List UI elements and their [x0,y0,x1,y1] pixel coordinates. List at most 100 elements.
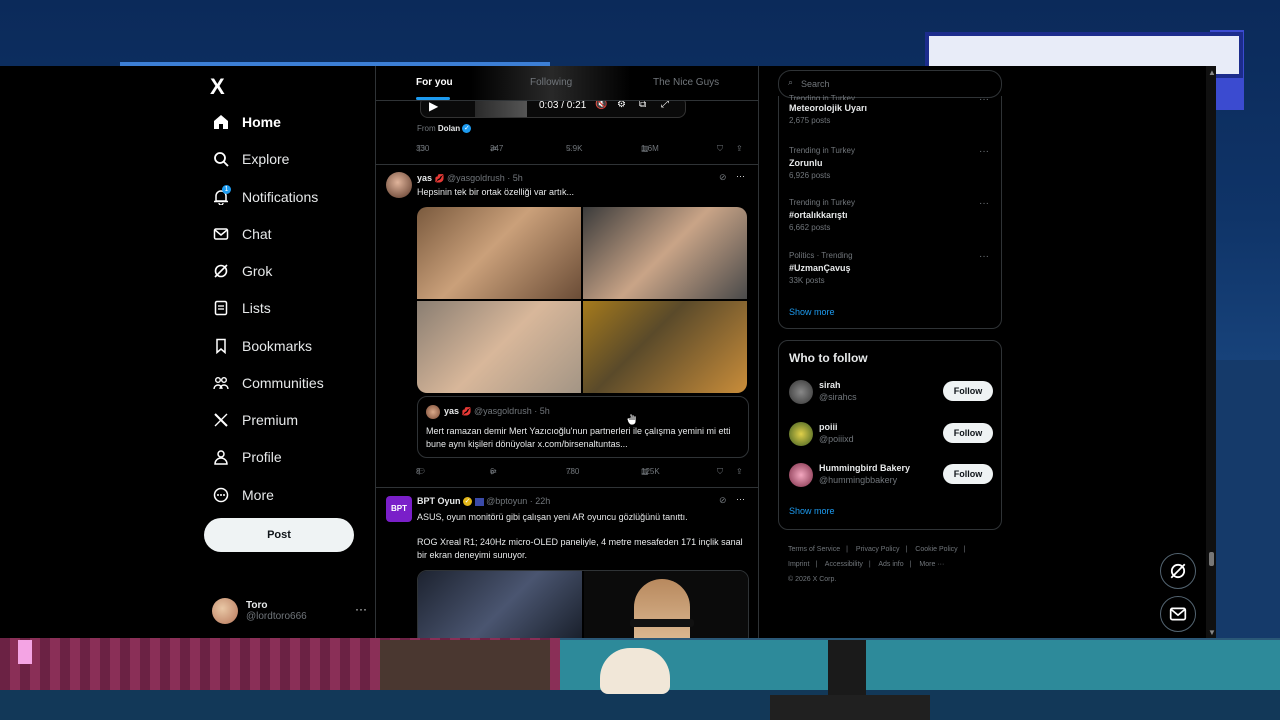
post-button[interactable]: Post [204,518,354,552]
nav-label: Bookmarks [242,338,313,354]
more-options-icon[interactable]: ··· [979,94,989,105]
tab-the-nice-guys[interactable]: The Nice Guys [653,77,719,88]
author-name[interactable]: BPT Oyun [417,496,461,506]
avatar[interactable]: BPT [386,496,412,522]
trend-item[interactable]: Politics · Trending #UzmanÇavuş 33K post… [789,251,989,285]
wallpaper-building [1216,360,1280,640]
avatar [789,463,813,487]
tweet-text: ASUS, oyun monitörü gibi çalışan yeni AR… [417,512,688,522]
mail-icon [212,225,230,243]
footer-link-privacy[interactable]: Privacy Policy [856,546,900,553]
nav-label: Profile [242,449,282,465]
scroll-down-arrow-icon[interactable]: ▼ [1208,628,1216,637]
home-icon [212,113,230,131]
from-name[interactable]: Dolan [438,124,460,133]
search-icon [212,150,230,168]
nav-communities[interactable]: Communities [212,371,324,395]
nav-premium[interactable]: Premium [212,408,298,432]
nav-lists[interactable]: Lists [212,296,271,320]
follow-button[interactable]: Follow [943,423,993,443]
messages-float-button[interactable] [1160,596,1196,632]
trend-item[interactable]: Trending in Turkey Meteorolojik Uyarı 2,… [789,94,989,125]
nav-bookmarks[interactable]: Bookmarks [212,334,312,358]
follow-button[interactable]: Follow [943,381,993,401]
nav-explore[interactable]: Explore [212,147,289,171]
quoted-tweet[interactable]: yas 💋 @yasgoldrush · 5h Mert ramazan dem… [417,396,749,458]
avatar[interactable] [386,172,412,198]
scrollbar-thumb[interactable] [1209,552,1214,566]
follow-suggestion[interactable]: poiii @poiiixd Follow [789,420,993,450]
footer-link-imprint[interactable]: Imprint [788,561,809,568]
x-logo-icon[interactable]: X [210,74,225,100]
tab-for-you[interactable]: For you [416,77,453,88]
trend-item[interactable]: Trending in Turkey #ortalıkkarıştı 6,662… [789,198,989,232]
like-count: 780 [566,467,580,476]
trend-item[interactable]: Trending in Turkey Zorunlu 6,926 posts ·… [789,146,989,180]
avatar [426,405,440,419]
footer-separator: | [868,561,871,568]
tweet-photo[interactable] [583,301,747,393]
more-options-icon[interactable]: ··· [979,251,989,262]
footer-link-cookies[interactable]: Cookie Policy [915,546,957,553]
grok-icon [1170,563,1186,579]
nav-more[interactable]: More [212,483,274,507]
tweet-photo [418,571,582,638]
nav-label: Premium [242,412,299,428]
tab-following[interactable]: Following [530,77,572,88]
grok-icon [212,262,230,280]
play-icon[interactable]: ▶ [429,99,438,113]
footer-link-terms[interactable]: Terms of Service [788,546,840,553]
footer-link-ads[interactable]: Ads info [878,561,903,568]
trend-category: Trending in Turkey [789,146,855,155]
bookmark-icon[interactable]: ⛉ [717,467,723,477]
account-switcher[interactable]: Toro @lordtoro666 ··· [212,596,367,626]
reply-count: 330 [416,144,430,153]
more-options-icon[interactable]: ··· [979,198,989,209]
nav-grok[interactable]: Grok [212,259,272,283]
scroll-up-arrow-icon[interactable]: ▲ [1208,68,1216,77]
nav-label: Grok [242,263,273,279]
grok-float-button[interactable] [1160,553,1196,589]
show-more-link[interactable]: Show more [789,307,835,317]
author-handle[interactable]: @bptoyun [486,496,527,506]
tweet-time[interactable]: · 22h [530,496,551,506]
footer-link-more[interactable]: More ··· [919,561,944,568]
footer-separator: | [909,561,912,568]
more-options-icon[interactable]: ··· [979,146,989,157]
tweet-time[interactable]: · 5h [507,173,523,183]
nav-profile[interactable]: Profile [212,445,282,469]
trends-panel: Trending in Turkey Meteorolojik Uyarı 2,… [778,94,1002,329]
reply-count: 8 [416,467,421,476]
more-options-icon[interactable]: ··· [736,171,745,181]
follow-button[interactable]: Follow [943,464,993,484]
nav-home[interactable]: Home [212,110,281,134]
view-count: 1.6M [641,144,659,153]
nav-label: More [242,487,274,503]
follow-suggestion[interactable]: sirah @sirahcs Follow [789,378,993,408]
grok-icon[interactable]: ⊘ [719,172,727,183]
share-icon[interactable]: ⇪ [736,467,743,476]
more-options-icon[interactable]: ··· [736,494,745,504]
tweet-photo[interactable] [417,301,581,393]
tweet-photo[interactable] [583,207,747,299]
timeline-tabs: For you Following The Nice Guys [376,66,758,101]
tweet-photo[interactable] [417,207,581,299]
wallpaper-wood [380,640,550,690]
show-more-link[interactable]: Show more [789,506,835,516]
author-handle[interactable]: @yasgoldrush [447,173,505,183]
footer-separator: | [815,561,818,568]
nav-notifications[interactable]: 1 Notifications [212,185,318,209]
author-name: yas [444,406,460,416]
grok-icon[interactable]: ⊘ [719,495,727,506]
follow-suggestion[interactable]: Hummingbird Bakery @hummingbbakery Follo… [789,461,993,491]
footer-link-accessibility[interactable]: Accessibility [825,561,863,568]
more-options-icon[interactable]: ··· [355,602,367,616]
nav-chat[interactable]: Chat [212,222,272,246]
trend-name: #ortalıkkarıştı [789,210,848,220]
share-icon[interactable]: ⇪ [736,144,743,153]
tweet-media[interactable] [417,570,749,638]
who-to-follow-title: Who to follow [789,351,868,365]
bookmark-icon[interactable]: ⛉ [717,144,723,154]
nav-label: Notifications [242,189,319,205]
author-name[interactable]: yas [417,173,432,183]
